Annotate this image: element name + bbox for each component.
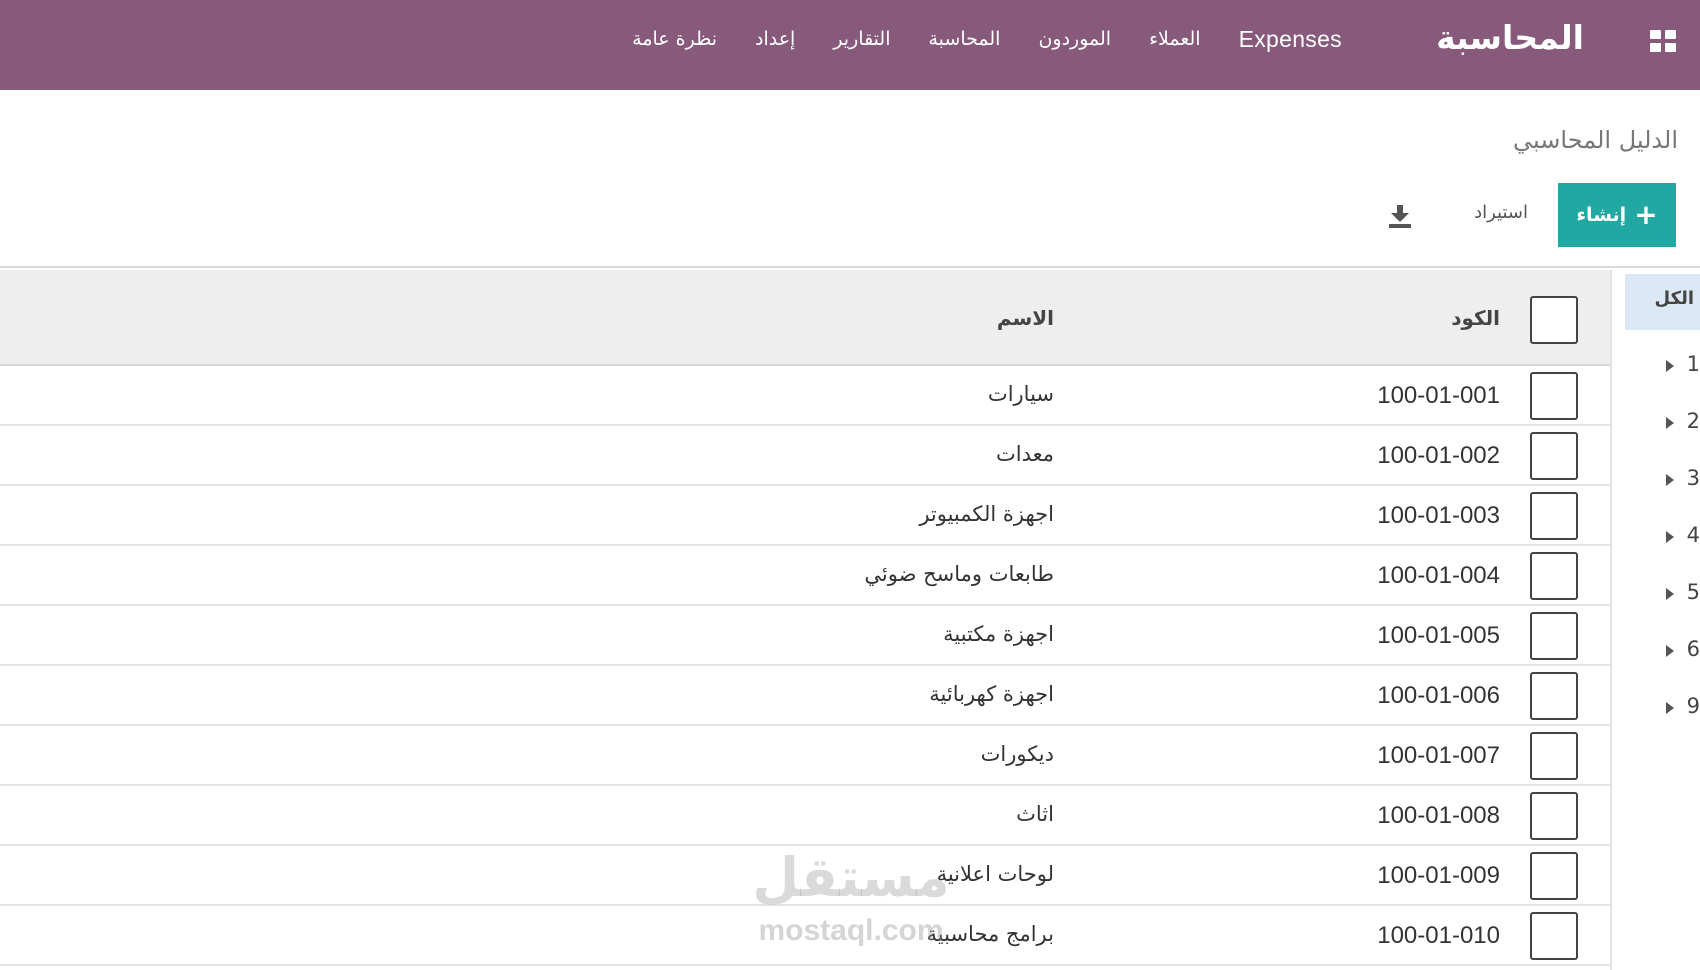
- side-filter-panel: الكل 1 2 3 4 5 6 9: [1620, 270, 1700, 970]
- caret-right-icon: [1666, 360, 1674, 372]
- side-filter-item[interactable]: 9: [1640, 690, 1700, 730]
- table-header: الكود الاسم: [0, 270, 1610, 366]
- create-button-label: إنشاء: [1576, 204, 1627, 226]
- account-name: اثاث: [1016, 802, 1054, 826]
- menu-item-accounting[interactable]: المحاسبة: [928, 28, 1000, 53]
- create-button[interactable]: + إنشاء: [1558, 183, 1676, 247]
- side-filter-label: 4: [1686, 523, 1700, 547]
- row-checkbox[interactable]: [1530, 432, 1578, 480]
- row-checkbox[interactable]: [1530, 552, 1578, 600]
- account-name: معدات: [995, 442, 1054, 466]
- table-row[interactable]: 100-01-007 ديكورات: [0, 726, 1610, 786]
- top-navbar: المحاسبة Expenses العملاء الموردون المحا…: [0, 0, 1700, 90]
- table-row[interactable]: 100-01-005 اجهزة مكتبية: [0, 606, 1610, 666]
- menu-item-configuration[interactable]: إعداد: [755, 28, 795, 53]
- menu-item-reports[interactable]: التقارير: [833, 28, 890, 53]
- side-filter-item[interactable]: 6: [1640, 633, 1700, 673]
- account-code: 100-01-003: [1377, 502, 1500, 529]
- account-name: ديكورات: [980, 742, 1054, 766]
- accounts-table: الكود الاسم 100-01-001 سيارات 100-01-002…: [0, 270, 1612, 970]
- table-row[interactable]: 100-01-001 سيارات: [0, 366, 1610, 426]
- table-row[interactable]: 100-01-010 برامج محاسبية: [0, 906, 1610, 966]
- apps-menu-icon[interactable]: [1650, 30, 1676, 52]
- caret-right-icon: [1666, 417, 1674, 429]
- control-panel: الدليل المحاسبي + إنشاء استيراد: [0, 90, 1700, 268]
- row-checkbox[interactable]: [1530, 912, 1578, 960]
- menu-item-overview[interactable]: نظرة عامة: [632, 28, 717, 53]
- menu-item-customers[interactable]: العملاء: [1149, 28, 1201, 53]
- caret-right-icon: [1666, 645, 1674, 657]
- side-filter-item[interactable]: 2: [1640, 405, 1700, 445]
- side-filter-item[interactable]: 3: [1640, 462, 1700, 502]
- table-row[interactable]: 100-01-008 اثاث: [0, 786, 1610, 846]
- account-name: سيارات: [987, 382, 1054, 406]
- menu-item-vendors[interactable]: الموردون: [1038, 28, 1111, 53]
- row-checkbox[interactable]: [1530, 492, 1578, 540]
- side-filter-item[interactable]: 5: [1640, 576, 1700, 616]
- account-name: اجهزة الكمبيوتر: [919, 502, 1054, 526]
- download-icon[interactable]: [1386, 203, 1414, 229]
- account-code: 100-01-010: [1377, 922, 1500, 949]
- caret-right-icon: [1666, 531, 1674, 543]
- caret-right-icon: [1666, 588, 1674, 600]
- column-header-name[interactable]: الاسم: [997, 306, 1054, 330]
- side-filter-all[interactable]: الكل: [1625, 274, 1700, 330]
- side-filter-label: 5: [1686, 580, 1700, 604]
- breadcrumb: الدليل المحاسبي: [1513, 126, 1678, 154]
- account-name: برامج محاسبية: [926, 922, 1054, 946]
- row-checkbox[interactable]: [1530, 852, 1578, 900]
- main-menu: Expenses العملاء الموردون المحاسبة التقا…: [632, 26, 1342, 53]
- account-code: 100-01-001: [1377, 382, 1500, 409]
- account-code: 100-01-006: [1377, 682, 1500, 709]
- account-name: لوحات اعلانية: [936, 862, 1054, 886]
- row-checkbox[interactable]: [1530, 792, 1578, 840]
- caret-right-icon: [1666, 702, 1674, 714]
- table-row[interactable]: 100-01-004 طابعات وماسح ضوئي: [0, 546, 1610, 606]
- app-brand: المحاسبة: [1436, 18, 1584, 57]
- side-filter-label: 6: [1686, 637, 1700, 661]
- plus-icon: +: [1634, 198, 1658, 231]
- side-filter-item[interactable]: 4: [1640, 519, 1700, 559]
- row-checkbox[interactable]: [1530, 732, 1578, 780]
- account-code: 100-01-004: [1377, 562, 1500, 589]
- column-header-code[interactable]: الكود: [1451, 306, 1500, 330]
- caret-right-icon: [1666, 474, 1674, 486]
- row-checkbox[interactable]: [1530, 672, 1578, 720]
- side-filter-label: 9: [1686, 694, 1700, 718]
- row-checkbox[interactable]: [1530, 612, 1578, 660]
- table-row[interactable]: 100-01-006 اجهزة كهربائية: [0, 666, 1610, 726]
- account-name: اجهزة كهربائية: [929, 682, 1054, 706]
- account-code: 100-01-008: [1377, 802, 1500, 829]
- account-code: 100-01-007: [1377, 742, 1500, 769]
- select-all-checkbox[interactable]: [1530, 296, 1578, 344]
- account-name: طابعات وماسح ضوئي: [864, 562, 1054, 586]
- account-name: اجهزة مكتبية: [943, 622, 1054, 646]
- side-filter-item[interactable]: 1: [1640, 348, 1700, 388]
- account-code: 100-01-005: [1377, 622, 1500, 649]
- table-row[interactable]: 100-01-009 لوحات اعلانية: [0, 846, 1610, 906]
- row-checkbox[interactable]: [1530, 372, 1578, 420]
- account-code: 100-01-002: [1377, 442, 1500, 469]
- side-filter-label: 2: [1686, 409, 1700, 433]
- import-button[interactable]: استيراد: [1474, 202, 1528, 223]
- side-filter-label: 3: [1686, 466, 1700, 490]
- side-filter-label: 1: [1686, 352, 1700, 376]
- account-code: 100-01-009: [1377, 862, 1500, 889]
- table-row[interactable]: 100-01-003 اجهزة الكمبيوتر: [0, 486, 1610, 546]
- table-row[interactable]: 100-01-002 معدات: [0, 426, 1610, 486]
- menu-item-expenses[interactable]: Expenses: [1239, 26, 1342, 53]
